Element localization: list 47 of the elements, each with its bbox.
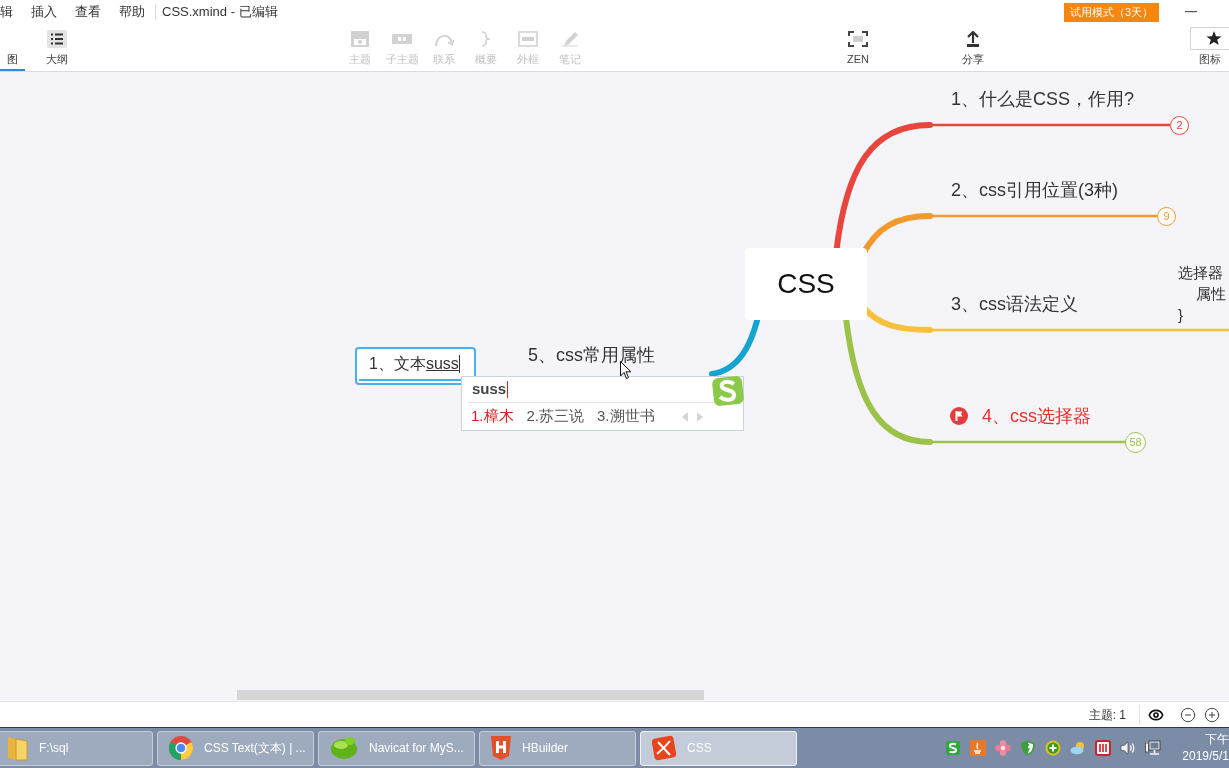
shield-icon[interactable]: [1020, 740, 1036, 756]
cross-logo-icon: [651, 735, 677, 761]
fullscreen-icon: [848, 31, 868, 47]
topic-icon: [350, 31, 370, 47]
window-title: CSS.xmind - 已编辑: [162, 3, 278, 22]
folder-icon: [7, 735, 29, 761]
count-badge[interactable]: 2: [1170, 116, 1189, 135]
topic-label[interactable]: 1、什么是CSS，作用?: [951, 88, 1135, 110]
round-logo-icon: [168, 735, 194, 761]
input-method-icon[interactable]: [945, 740, 961, 756]
speaker-icon[interactable]: [1120, 740, 1136, 756]
list-icon: [47, 30, 67, 48]
ime-candidate[interactable]: 2.苏三说: [526, 405, 585, 428]
blob-logo-icon: [329, 735, 359, 761]
view-tab[interactable]: 大纲: [39, 24, 75, 71]
topic-count-text: 主题: 1: [1088, 706, 1126, 724]
central-topic[interactable]: CSS: [745, 248, 867, 320]
bars-tile-icon[interactable]: [1095, 740, 1111, 756]
topic-label[interactable]: 4、css选择器: [982, 405, 1091, 427]
topic-label[interactable]: 5、css常用属性: [528, 344, 655, 366]
topic-label[interactable]: 3、css语法定义: [951, 293, 1078, 315]
flag-icon: [950, 407, 968, 425]
menu-item[interactable]: 辑: [0, 0, 22, 24]
menu-item[interactable]: 帮助: [110, 0, 154, 24]
pencil-icon: [560, 31, 580, 47]
ime-candidate[interactable]: 1.樟木: [471, 405, 514, 428]
icons-panel-button[interactable]: 图标: [1190, 24, 1229, 66]
cup-app-icon[interactable]: [970, 740, 986, 756]
subtopic-icon: [392, 31, 412, 47]
toolbar-button[interactable]: 分享: [953, 24, 993, 66]
topic-label[interactable]: 选择器 属性 }: [1178, 262, 1226, 325]
frame-icon: [518, 31, 538, 47]
horizontal-scrollbar[interactable]: [237, 690, 704, 700]
zoom-out-icon[interactable]: [1180, 706, 1196, 723]
menu-item[interactable]: 插入: [22, 0, 66, 24]
menu-item[interactable]: 查看: [66, 0, 110, 24]
topic-label[interactable]: 2、css引用位置(3种): [951, 179, 1118, 201]
flower-icon[interactable]: [995, 740, 1011, 756]
shield-logo-icon: [490, 735, 512, 761]
minimize-icon[interactable]: [1185, 11, 1197, 13]
network-icon[interactable]: [1145, 740, 1161, 756]
plus-circle-icon[interactable]: [1045, 740, 1061, 756]
toolbar-button[interactable]: ZEN: [838, 24, 878, 66]
zoom-in-icon[interactable]: [1204, 706, 1220, 723]
ime-candidate[interactable]: 3.溯世书: [597, 405, 655, 428]
topic-edit-field[interactable]: 1、文本suss: [355, 347, 476, 385]
weather-icon[interactable]: [1070, 740, 1086, 756]
